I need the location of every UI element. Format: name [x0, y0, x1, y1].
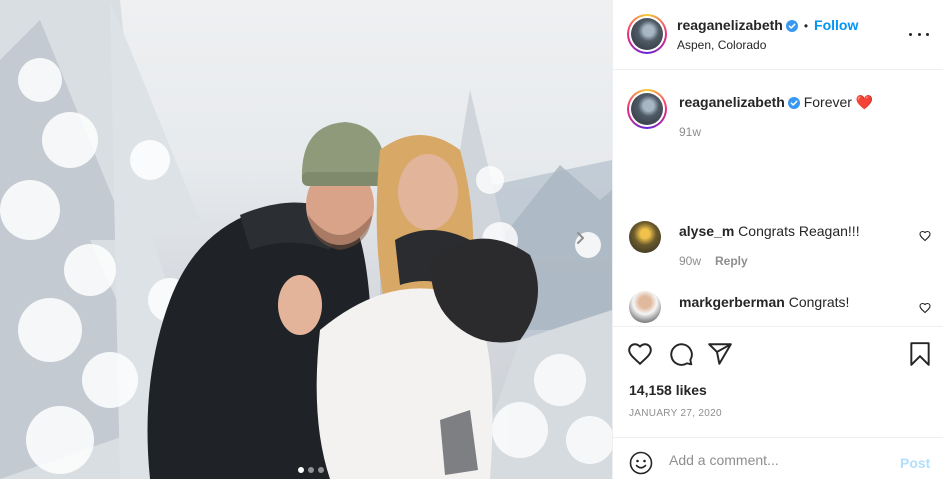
more-options-icon[interactable]	[909, 26, 929, 42]
engagement-photo	[0, 0, 612, 479]
likes-count[interactable]: 14,158 likes	[629, 382, 707, 398]
heart-icon[interactable]	[919, 302, 931, 314]
instagram-post: reaganelizabeth • Follow Aspen, Colorado r…	[0, 0, 943, 479]
verified-badge-icon	[785, 20, 798, 32]
comment-icon[interactable]	[668, 341, 694, 367]
follow-button[interactable]: Follow	[814, 17, 858, 33]
comment: alyse_m Congrats Reagan!!!	[679, 223, 860, 239]
post-photo[interactable]	[0, 0, 612, 479]
carousel-indicator	[298, 467, 324, 473]
comment-composer: Post	[613, 437, 943, 479]
post-side-panel: reaganelizabeth • Follow Aspen, Colorado r…	[612, 0, 943, 479]
carousel-dot	[308, 467, 314, 473]
comment-username[interactable]: markgerberman	[679, 294, 785, 310]
commenter-avatar[interactable]	[629, 291, 661, 323]
chevron-right-icon	[577, 232, 584, 244]
heart-icon[interactable]	[919, 230, 931, 242]
caption-text: Forever	[803, 94, 852, 110]
comment: markgerberman Congrats!	[679, 294, 849, 310]
carousel-dot	[318, 467, 324, 473]
caption-age[interactable]: 91w	[679, 125, 701, 139]
post-location[interactable]: Aspen, Colorado	[677, 38, 766, 52]
commenter-avatar[interactable]	[629, 221, 661, 253]
post-comment-button[interactable]: Post	[900, 455, 930, 471]
reply-button[interactable]: Reply	[715, 254, 748, 268]
next-photo-button[interactable]	[575, 232, 601, 258]
caption-avatar[interactable]	[627, 89, 667, 129]
comment-age[interactable]: 90w	[679, 254, 701, 268]
share-icon[interactable]	[707, 341, 733, 367]
verified-badge-icon	[787, 97, 800, 109]
comment-username[interactable]: alyse_m	[679, 223, 734, 239]
caption-username[interactable]: reaganelizabeth	[679, 94, 785, 110]
post-date[interactable]: JANUARY 27, 2020	[629, 408, 722, 419]
bookmark-icon[interactable]	[907, 341, 933, 367]
heart-icon[interactable]	[627, 341, 653, 367]
emoji-icon[interactable]	[629, 451, 653, 475]
comment-text: Congrats!	[788, 294, 850, 310]
separator-dot: •	[803, 19, 809, 33]
author-username[interactable]: reaganelizabeth	[677, 17, 783, 33]
comment-meta: 90w Reply	[679, 254, 748, 268]
post-actions: 14,158 likes JANUARY 27, 2020	[613, 326, 943, 436]
comment-input[interactable]	[669, 448, 889, 472]
caption: reaganelizabeth Forever ❤️	[679, 94, 873, 111]
red-heart-emoji: ❤️	[855, 94, 874, 110]
comment-text: Congrats Reagan!!!	[738, 223, 860, 239]
post-header: reaganelizabeth • Follow Aspen, Colorado	[613, 0, 943, 70]
carousel-dot	[298, 467, 304, 473]
author-avatar[interactable]	[627, 14, 667, 54]
